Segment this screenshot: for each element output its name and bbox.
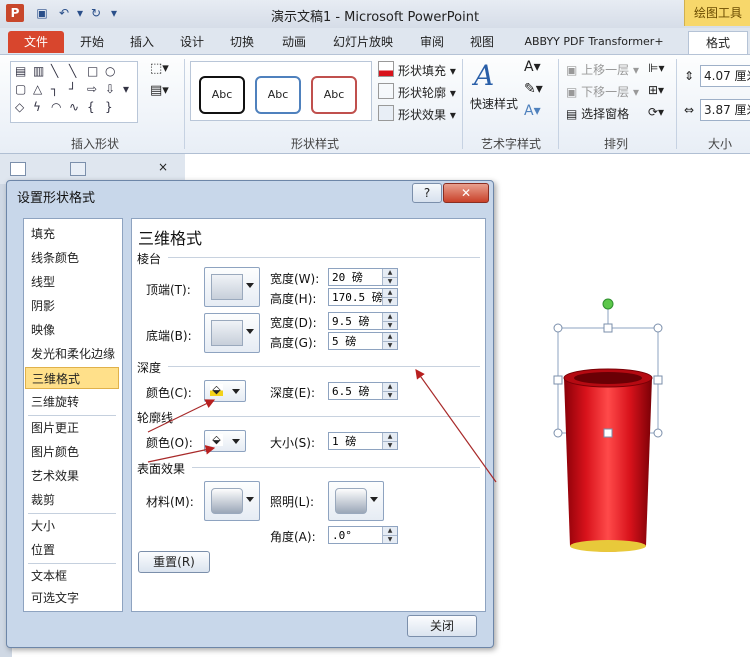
arrow-to-panel <box>415 369 497 483</box>
arrow-to-contour-color <box>147 445 216 463</box>
arrow-to-depth-color <box>147 399 216 433</box>
annotation-arrows <box>147 369 497 483</box>
